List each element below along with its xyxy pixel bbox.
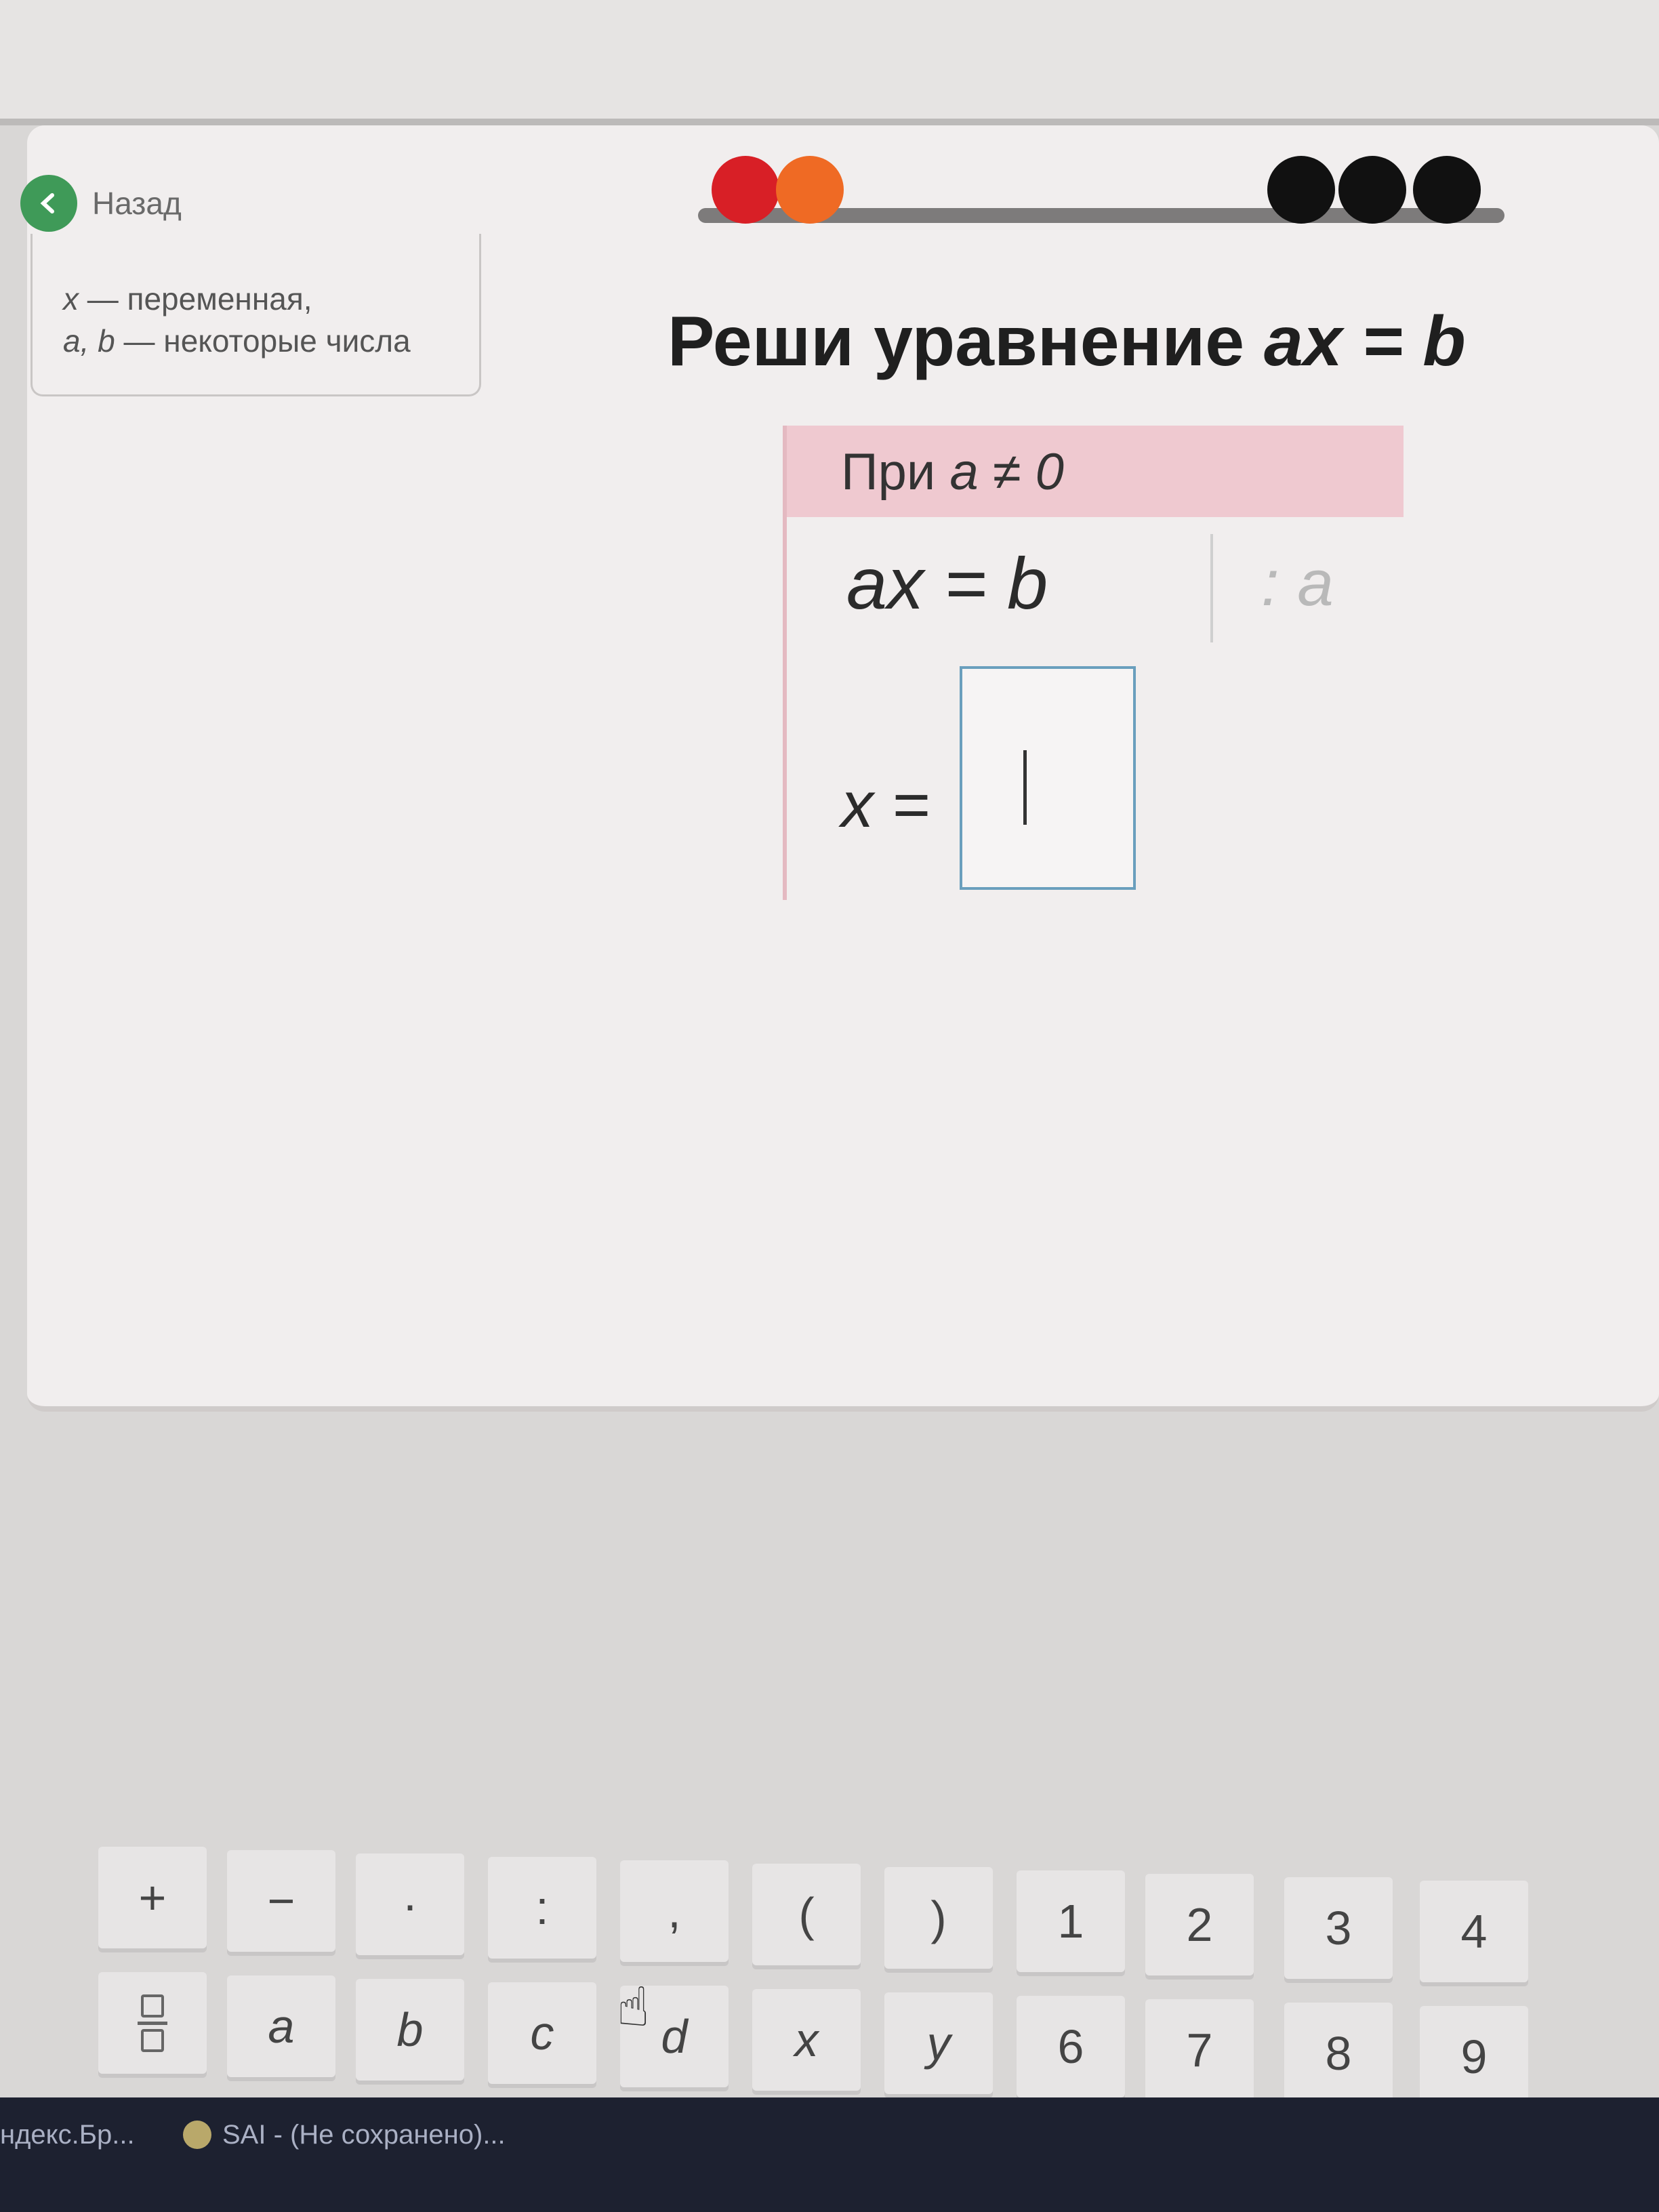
back-button[interactable]: Назад bbox=[20, 173, 182, 234]
hint-line-2: a, b — некоторые числа bbox=[63, 323, 411, 359]
text-caret bbox=[1023, 750, 1027, 825]
hint-panel: x — переменная, a, b — некоторые числа bbox=[30, 234, 481, 396]
back-label: Назад bbox=[92, 186, 182, 221]
key-4[interactable]: 4 bbox=[1420, 1881, 1528, 1982]
page-title: Реши уравнение ax = b bbox=[668, 302, 1466, 381]
key-3[interactable]: 3 bbox=[1284, 1877, 1393, 1979]
answer-prefix: x = bbox=[841, 769, 930, 841]
sai-app-icon bbox=[183, 2121, 211, 2149]
progress-dot bbox=[776, 156, 844, 224]
key-close-paren[interactable]: ) bbox=[884, 1867, 993, 1969]
solution-block: При a ≠ 0 ax = b : a x = bbox=[783, 426, 1404, 900]
answer-input[interactable] bbox=[960, 666, 1136, 890]
key-fraction[interactable] bbox=[98, 1972, 207, 2074]
progress-dot bbox=[1267, 156, 1335, 224]
key-1[interactable]: 1 bbox=[1017, 1870, 1125, 1972]
equation-line: ax = b bbox=[846, 542, 1048, 624]
progress-indicator bbox=[698, 152, 1504, 227]
taskbar-item-browser[interactable]: ндекс.Бр... bbox=[0, 2111, 135, 2158]
operation-label: : a bbox=[1261, 547, 1334, 619]
taskbar-item-sai[interactable]: SAI - (Не сохранено)... bbox=[183, 2111, 506, 2158]
key-open-paren[interactable]: ( bbox=[752, 1864, 861, 1965]
key-7[interactable]: 7 bbox=[1145, 1999, 1254, 2101]
math-keyboard: + − · : , ( ) 1 2 3 4 a b c d x y 6 7 8 … bbox=[91, 1847, 1659, 2108]
key-a[interactable]: a bbox=[227, 1975, 335, 2077]
key-2[interactable]: 2 bbox=[1145, 1874, 1254, 1975]
back-arrow-icon bbox=[20, 175, 77, 232]
key-minus[interactable]: − bbox=[227, 1850, 335, 1952]
operation-divider bbox=[1210, 534, 1213, 642]
hint-line-1: x — переменная, bbox=[63, 281, 312, 316]
key-y[interactable]: y bbox=[884, 1992, 993, 2094]
progress-dot bbox=[1413, 156, 1481, 224]
key-divide[interactable]: : bbox=[488, 1857, 596, 1959]
key-multiply[interactable]: · bbox=[356, 1853, 464, 1955]
hand-cursor-icon: ☝ bbox=[617, 1977, 650, 2037]
key-plus[interactable]: + bbox=[98, 1847, 207, 1948]
key-6[interactable]: 6 bbox=[1017, 1996, 1125, 2097]
progress-dot bbox=[712, 156, 779, 224]
key-x[interactable]: x bbox=[752, 1989, 861, 2091]
taskbar: ндекс.Бр... SAI - (Не сохранено)... bbox=[0, 2097, 1659, 2212]
progress-dot bbox=[1338, 156, 1406, 224]
key-comma[interactable]: , bbox=[620, 1860, 729, 1962]
key-b[interactable]: b bbox=[356, 1979, 464, 2081]
fraction-icon bbox=[138, 1994, 167, 2052]
key-9[interactable]: 9 bbox=[1420, 2006, 1528, 2108]
top-bar bbox=[0, 0, 1659, 125]
condition-header: При a ≠ 0 bbox=[787, 426, 1404, 517]
key-8[interactable]: 8 bbox=[1284, 2003, 1393, 2104]
key-c[interactable]: c bbox=[488, 1982, 596, 2084]
